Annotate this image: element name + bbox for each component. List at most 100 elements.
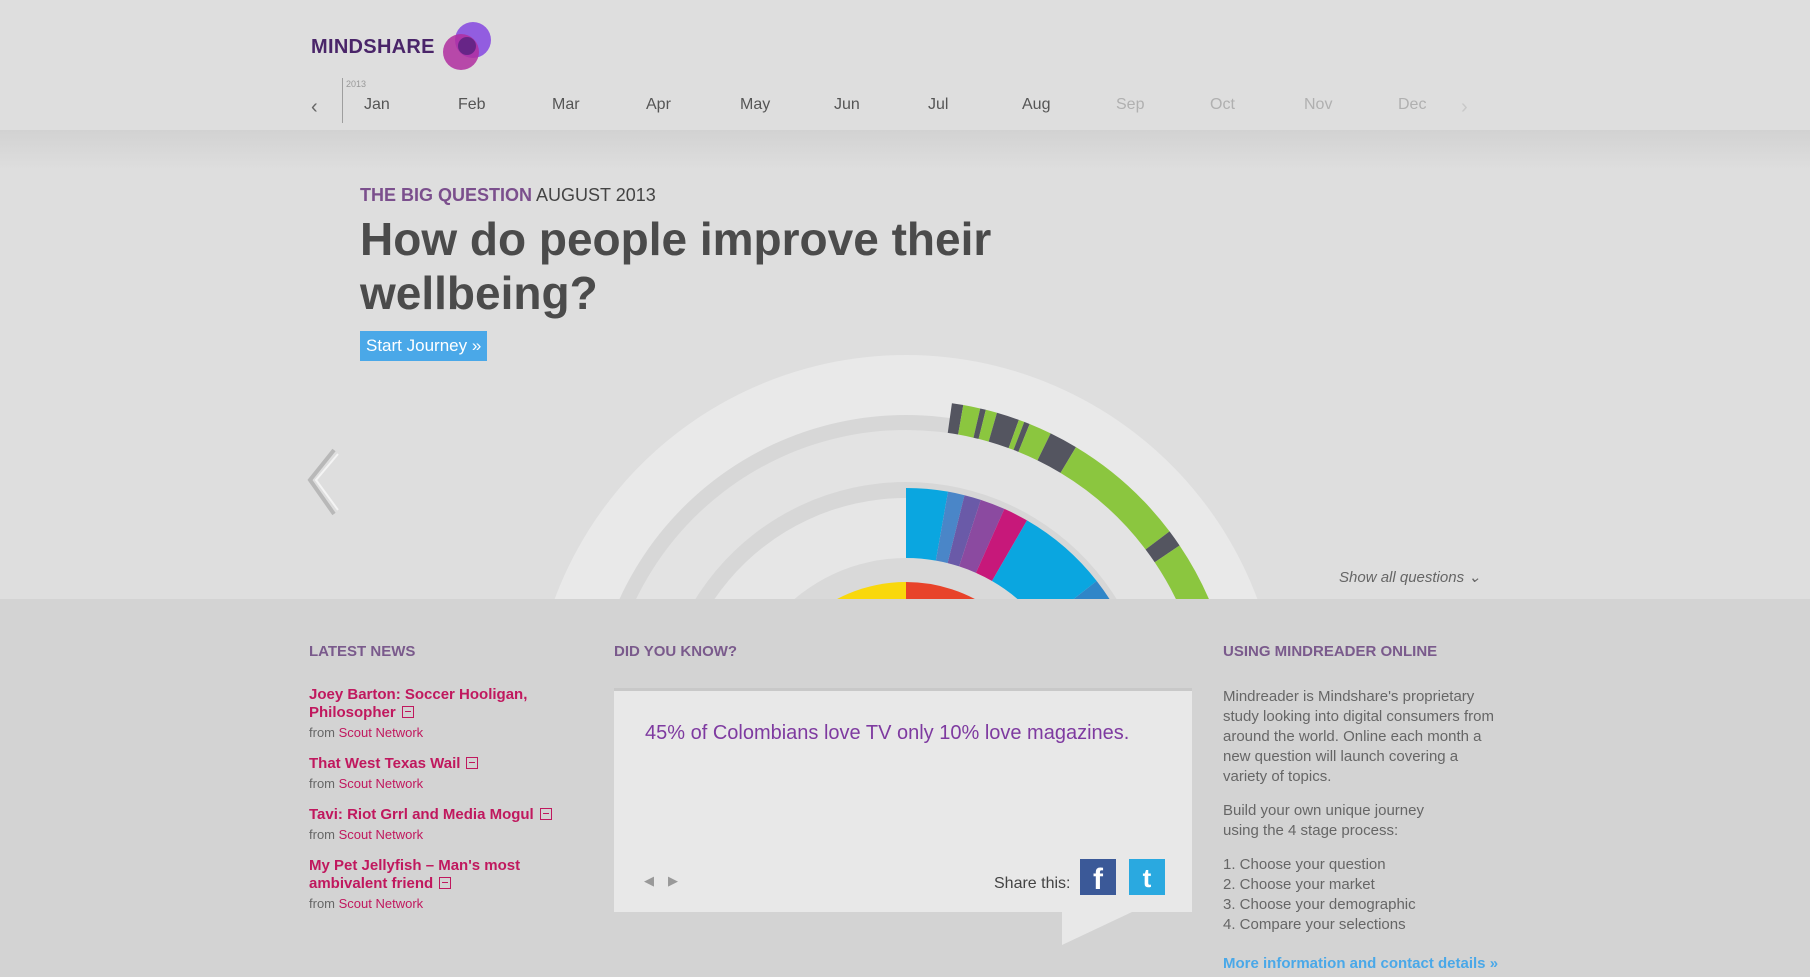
chart-track-ring: [695, 481, 1117, 599]
chart-slice: [1145, 531, 1180, 563]
news-item: That West Texas Wail from Scout Network: [309, 755, 559, 791]
chart-slice: [935, 491, 965, 564]
news-from-label: from: [309, 776, 335, 791]
question-eyebrow: THE BIG QUESTION AUGUST 2013: [360, 185, 656, 206]
chart-slice: [1008, 419, 1025, 450]
chart-slice: [1013, 421, 1030, 452]
share-label: Share this:: [994, 875, 1071, 892]
external-link-icon: [466, 757, 479, 769]
fact-next-icon[interactable]: ▶: [668, 873, 678, 888]
news-item: Joey Barton: Soccer Hooligan, Philosophe…: [309, 686, 559, 740]
facebook-share-icon[interactable]: f: [1080, 859, 1116, 896]
month-jun[interactable]: Jun: [834, 96, 860, 114]
chart-slice: [837, 582, 906, 599]
month-feb[interactable]: Feb: [458, 96, 486, 114]
chart-slice: [992, 520, 1097, 599]
chart-slice: [1037, 433, 1076, 473]
eyebrow-date: AUGUST 2013: [536, 185, 656, 205]
news-item: My Pet Jellyfish – Man's most ambivalent…: [309, 857, 559, 911]
news-source: from Scout Network: [309, 725, 559, 740]
chart-track-ring: [794, 558, 1018, 599]
header-shadow: [0, 130, 1810, 170]
chart-background-ring: [554, 354, 1258, 599]
external-link-icon: [539, 808, 552, 820]
news-headline-link[interactable]: That West Texas Wail: [309, 755, 559, 773]
news-source: from Scout Network: [309, 827, 559, 842]
chart-slice: [975, 508, 1027, 582]
news-source-link[interactable]: Scout Network: [339, 896, 424, 911]
timeline-divider: [342, 78, 343, 123]
news-source: from Scout Network: [309, 776, 559, 791]
news-from-label: from: [309, 827, 335, 842]
news-headline-link[interactable]: My Pet Jellyfish – Man's most ambivalent…: [309, 857, 559, 893]
hero-section: MINDSHARE ‹ 2013 Jan Feb Mar Apr May Jun Jul Au…: [0, 0, 1810, 599]
start-journey-button[interactable]: Start Journey »: [360, 331, 488, 361]
chart-background-ring: [636, 430, 1176, 599]
month-dec: Dec: [1398, 96, 1427, 113]
chart-slice: [906, 582, 975, 599]
news-headline-link[interactable]: Joey Barton: Soccer Hooligan, Philosophe…: [309, 686, 559, 722]
chart-slice: [959, 499, 1005, 573]
chart-slice: [973, 408, 986, 439]
chart-track-ring: [619, 415, 1193, 599]
month-nov: Nov: [1304, 96, 1333, 113]
process-steps: 1. Choose your question 2. Choose your ma…: [1223, 855, 1416, 935]
month-apr[interactable]: Apr: [646, 96, 671, 114]
show-all-questions-link[interactable]: Show all questions ⌄: [1339, 568, 1481, 586]
news-source-link[interactable]: Scout Network: [339, 776, 424, 791]
chart-slice: [947, 403, 964, 435]
logo-text: MINDSHARE: [311, 36, 435, 58]
logo-circles-icon: [443, 22, 491, 70]
process-paragraph: Build your own unique journey using the …: [1223, 802, 1424, 839]
month-aug[interactable]: Aug: [1022, 96, 1050, 114]
news-headline: That West Texas Wail: [309, 755, 461, 772]
chart-slice: [1154, 545, 1209, 599]
news-headline: Joey Barton: Soccer Hooligan, Philosophe…: [309, 686, 528, 721]
chevron-down-icon: ⌄: [1468, 569, 1481, 586]
month-jul[interactable]: Jul: [928, 96, 948, 114]
news-headline: Tavi: Riot Grrl and Media Mogul: [309, 806, 534, 823]
month-oct: Oct: [1210, 96, 1235, 113]
timeline-year: 2013: [346, 79, 367, 89]
chart-slice: [958, 405, 981, 438]
month-sep: Sep: [1116, 96, 1145, 113]
did-you-know-card: 45% of Colombians love TV only 10% love …: [614, 688, 1192, 912]
did-you-know-title: DID YOU KNOW?: [614, 643, 738, 660]
previous-question-icon[interactable]: [304, 440, 344, 520]
chart-slice: [906, 488, 949, 561]
external-link-icon: [401, 706, 414, 718]
twitter-share-icon[interactable]: t: [1129, 859, 1165, 895]
chart-slice: [1060, 447, 1170, 550]
chart-slice: [947, 495, 981, 567]
process-step: 3. Choose your demographic: [1223, 896, 1416, 913]
news-source: from Scout Network: [309, 896, 559, 911]
month-timeline: ‹ 2013 Jan Feb Mar Apr May Jun Jul Aug Sep Oct Nov…: [311, 78, 1491, 128]
timeline-prev-icon[interactable]: ‹: [311, 96, 318, 119]
fact-pager: ◀ ▶: [644, 873, 692, 889]
month-jan[interactable]: Jan: [364, 96, 390, 114]
chart-slice: [1073, 581, 1110, 599]
process-step: 1. Choose your question: [1223, 856, 1386, 873]
mindshare-logo[interactable]: MINDSHARE: [311, 18, 491, 74]
news-item: Tavi: Riot Grrl and Media Mogul from Scou…: [309, 806, 559, 842]
news-source-link[interactable]: Scout Network: [339, 725, 424, 740]
news-source-link[interactable]: Scout Network: [339, 827, 424, 842]
month-may[interactable]: May: [740, 96, 770, 114]
speech-bubble-tail: [1062, 912, 1132, 945]
more-info-link[interactable]: More information and contact details »: [1223, 955, 1498, 972]
chart-slice: [978, 409, 997, 442]
timeline-next-icon[interactable]: ›: [1461, 96, 1468, 119]
news-from-label: from: [309, 725, 335, 740]
did-you-know-fact: 45% of Colombians love TV only 10% love …: [645, 722, 1130, 744]
external-link-icon: [439, 877, 452, 889]
news-headline-link[interactable]: Tavi: Riot Grrl and Media Mogul: [309, 806, 559, 824]
news-from-label: from: [309, 896, 335, 911]
month-mar[interactable]: Mar: [552, 96, 580, 114]
fact-prev-icon[interactable]: ◀: [644, 873, 654, 888]
process-step: 4. Compare your selections: [1223, 916, 1406, 933]
chart-slice: [988, 412, 1019, 449]
show-all-label: Show all questions: [1339, 569, 1465, 586]
news-headline: My Pet Jellyfish – Man's most ambivalent…: [309, 857, 521, 892]
chart-background-ring: [714, 498, 1098, 599]
page-title: How do people improve their wellbeing?: [360, 213, 992, 319]
